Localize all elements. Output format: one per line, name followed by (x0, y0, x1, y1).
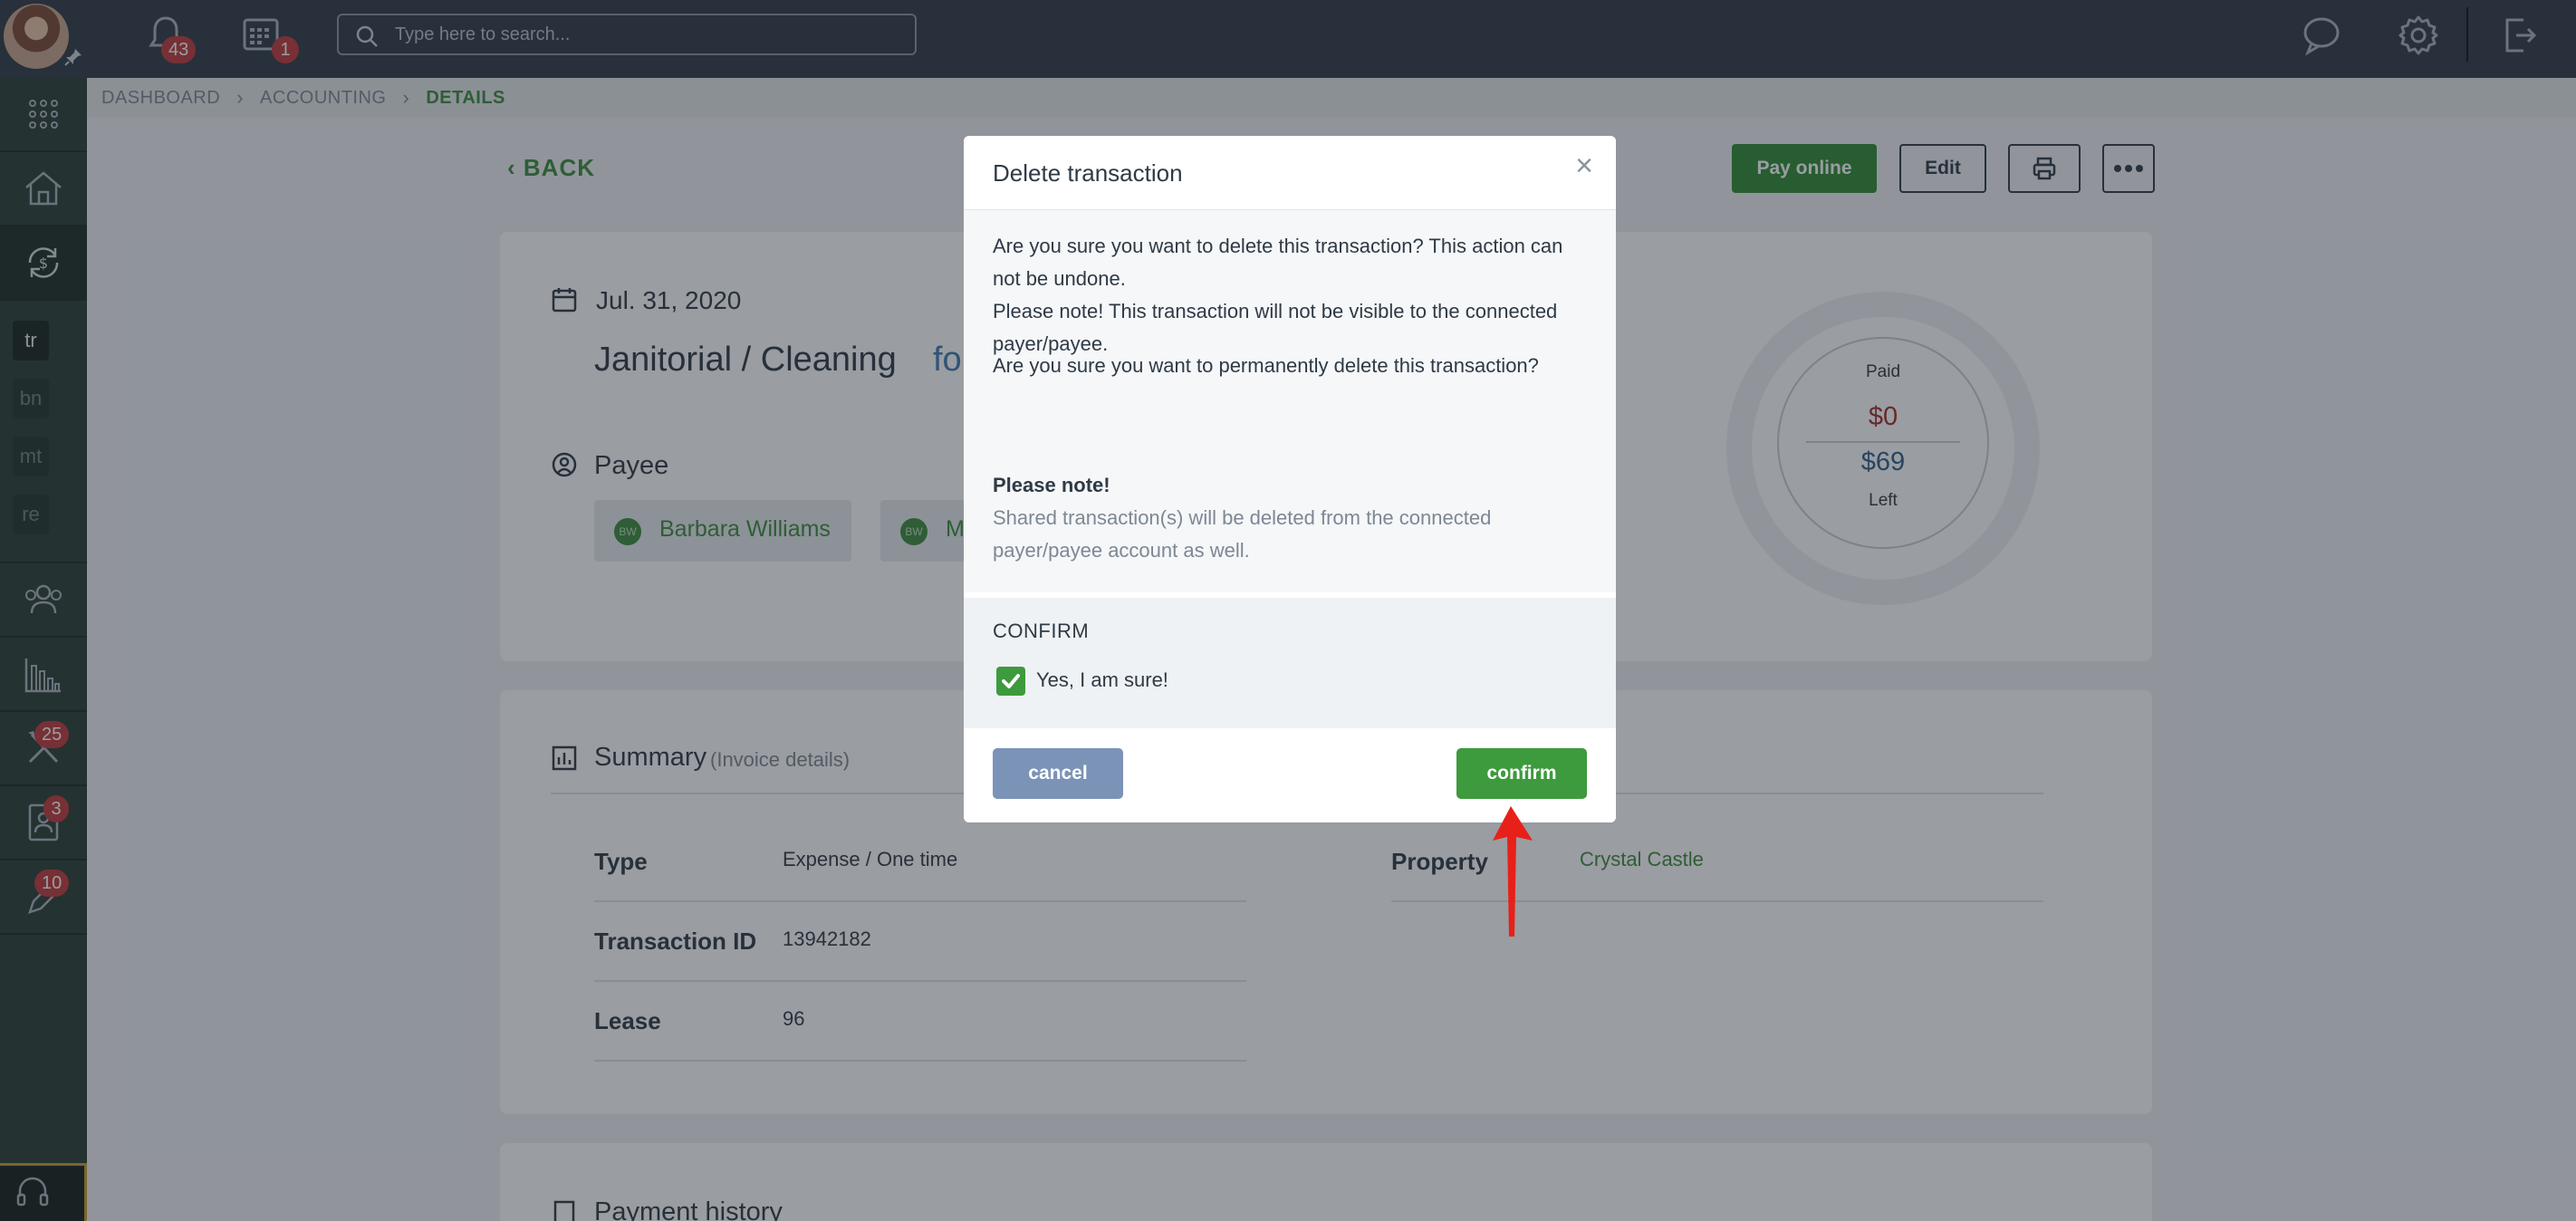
confirm-section: CONFIRM Yes, I am sure! (964, 592, 1616, 728)
confirm-heading: CONFIRM (993, 620, 1090, 642)
modal-header: Delete transaction × (964, 136, 1616, 210)
confirm-checkbox[interactable] (996, 667, 1025, 696)
modal-permanent-question: Are you sure you want to permanently del… (993, 354, 1539, 377)
modal-warning-text: Are you sure you want to delete this tra… (993, 235, 1563, 290)
modal-title: Delete transaction (993, 159, 1183, 187)
confirm-checkbox-label[interactable]: Yes, I am sure! (1036, 668, 1168, 692)
modal-note-title: Please note! (993, 474, 1110, 496)
modal-note-text: Shared transaction(s) will be deleted fr… (993, 506, 1492, 562)
delete-transaction-modal: Delete transaction × Are you sure you wa… (964, 136, 1616, 822)
close-icon[interactable]: × (1571, 150, 1598, 181)
check-icon (1002, 674, 1020, 688)
annotation-arrow-icon (1493, 806, 1533, 937)
confirm-button[interactable]: confirm (1456, 748, 1587, 799)
cancel-button[interactable]: cancel (993, 748, 1123, 799)
